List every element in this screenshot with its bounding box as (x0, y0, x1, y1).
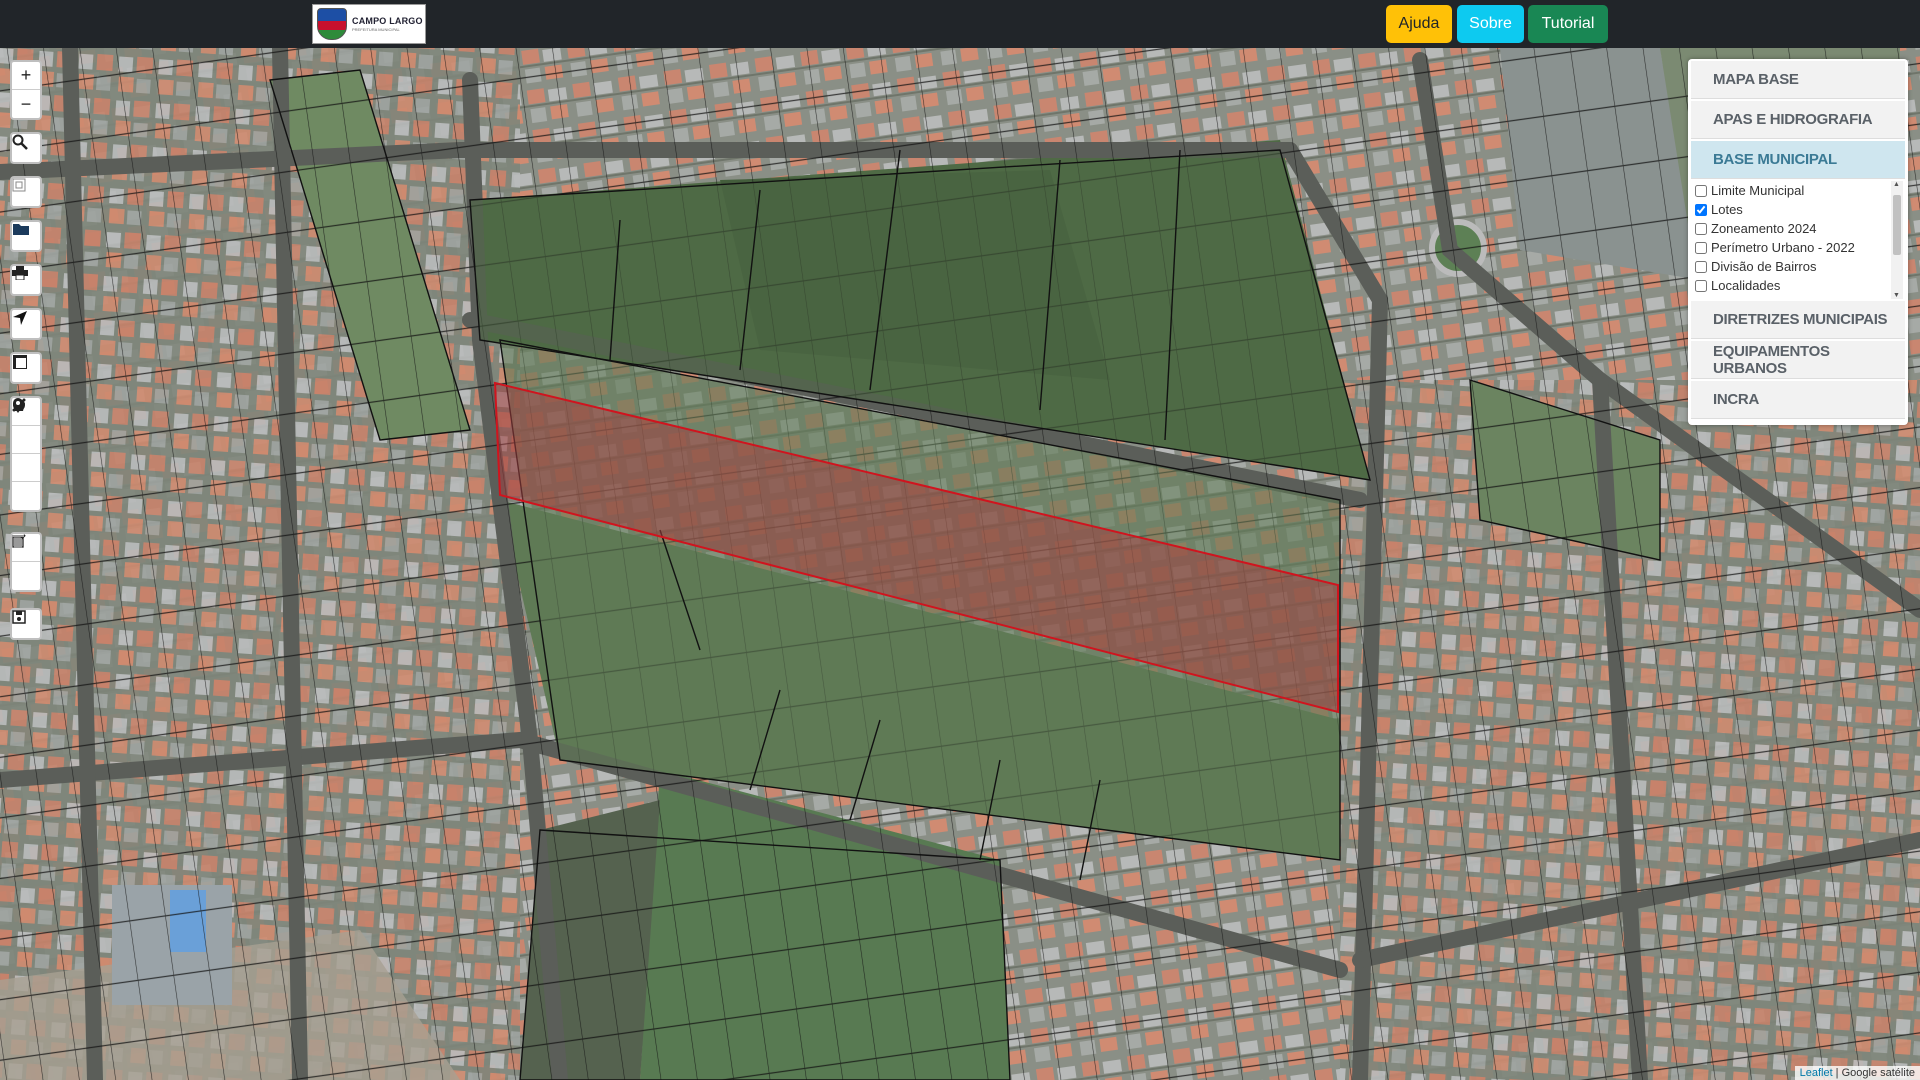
open-folder-icon (13, 224, 29, 235)
section-diretrizes-municipais[interactable]: DIRETRIZES MUNICIPAIS (1691, 301, 1905, 339)
draw-toolbar (10, 396, 42, 512)
draw-polygon-button[interactable] (12, 399, 40, 454)
delete-layers-button[interactable] (12, 535, 40, 590)
edit-toolbar (10, 532, 42, 592)
zoom-in-button[interactable]: + (12, 62, 40, 90)
basemap-control (10, 352, 42, 384)
municipal-crest-icon (317, 8, 347, 40)
search-icon (12, 134, 28, 150)
basemap-button[interactable] (12, 354, 40, 382)
layer-checkbox-zoneamento-2024[interactable] (1695, 222, 1707, 235)
layer-item-perimetro-urbano[interactable]: Perímetro Urbano - 2022 (1691, 238, 1905, 257)
scroll-up-icon[interactable]: ▲ (1893, 181, 1900, 188)
section-incra[interactable]: INCRA (1691, 381, 1905, 419)
layer-item-zoneamento-2024[interactable]: Zoneamento 2024 (1691, 219, 1905, 238)
layer-checkbox-perimetro-urbano[interactable] (1695, 241, 1707, 254)
layer-label: Lotes (1711, 202, 1743, 217)
basemap-frame-icon (13, 355, 27, 369)
attribution-separator: | (1832, 1067, 1842, 1079)
locate-arrow-icon (13, 311, 27, 325)
print-control (10, 264, 42, 296)
section-equipamentos-urbanos[interactable]: EQUIPAMENTOS URBANOS (1691, 341, 1905, 379)
trash-icon (12, 535, 24, 548)
tile-source: Google satélite (1841, 1067, 1915, 1079)
section-mapa-base[interactable]: MAPA BASE (1691, 61, 1905, 99)
section-apas-hidrografia[interactable]: APAS E HIDROGRAFIA (1691, 101, 1905, 139)
scrollbar-thumb[interactable] (1893, 195, 1901, 255)
zoom-extent-control (10, 176, 42, 208)
leaflet-link[interactable]: Leaflet (1800, 1067, 1833, 1079)
help-button[interactable]: Ajuda (1386, 5, 1452, 43)
layer-list-scrollbar[interactable]: ▲ ▼ (1891, 181, 1903, 299)
layer-item-lotes[interactable]: Lotes (1691, 200, 1905, 219)
layer-checkbox-divisao-bairros[interactable] (1695, 260, 1707, 273)
zoom-extent-icon (12, 178, 26, 192)
layer-panel: MAPA BASE APAS E HIDROGRAFIA BASE MUNICI… (1688, 59, 1908, 425)
print-icon (12, 266, 28, 280)
locate-control (10, 308, 42, 340)
logo-name: CAMPO LARGO (352, 15, 423, 26)
search-button[interactable] (12, 134, 40, 162)
section-base-municipal[interactable]: BASE MUNICIPAL (1691, 141, 1905, 179)
tutorial-button[interactable]: Tutorial (1528, 5, 1608, 43)
layer-label: Perímetro Urbano - 2022 (1711, 240, 1855, 255)
map-attribution: Leaflet | Google satélite (1794, 1066, 1920, 1080)
save-icon (12, 610, 26, 624)
layer-checkbox-lotes[interactable] (1695, 203, 1707, 216)
layer-checkbox-limite-municipal[interactable] (1695, 184, 1707, 197)
layer-item-divisao-bairros[interactable]: Divisão de Bairros (1691, 257, 1905, 276)
save-control (10, 608, 42, 640)
logo-subtitle: PREFEITURA MUNICIPAL (352, 26, 400, 32)
layer-label: Limite Municipal (1711, 183, 1805, 198)
satellite-imagery (0, 48, 1920, 1080)
layer-list: Limite Municipal Lotes Zoneamento 2024 P… (1691, 181, 1905, 299)
scroll-down-icon[interactable]: ▼ (1893, 292, 1900, 299)
layer-checkbox-localidades[interactable] (1695, 279, 1707, 292)
layer-label: Localidades (1711, 278, 1781, 293)
draw-marker-icon (13, 398, 23, 413)
open-file-button[interactable] (12, 222, 40, 250)
draw-marker-button[interactable] (12, 398, 40, 510)
about-button[interactable]: Sobre (1457, 5, 1524, 43)
layer-item-limite-municipal[interactable]: Limite Municipal (1691, 181, 1905, 200)
map-view[interactable]: + − Leaflet | Google satélite (0, 48, 1920, 1080)
draw-circle-button[interactable] (12, 399, 40, 482)
search-control (10, 132, 42, 164)
top-navbar: CAMPO LARGO PREFEITURA MUNICIPAL Ajuda S… (0, 0, 1920, 48)
zoom-out-button[interactable]: − (12, 90, 40, 118)
campo-largo-logo[interactable]: CAMPO LARGO PREFEITURA MUNICIPAL (312, 4, 426, 44)
layer-label: Zoneamento 2024 (1711, 221, 1817, 236)
save-button[interactable] (12, 610, 40, 638)
open-file-control (10, 220, 42, 252)
layer-item-localidades[interactable]: Localidades (1691, 276, 1905, 295)
print-button[interactable] (12, 266, 40, 294)
layer-label: Divisão de Bairros (1711, 259, 1817, 274)
locate-button[interactable] (12, 310, 40, 338)
zoom-extent-button[interactable] (12, 178, 40, 206)
zoom-control: + − (10, 60, 42, 120)
